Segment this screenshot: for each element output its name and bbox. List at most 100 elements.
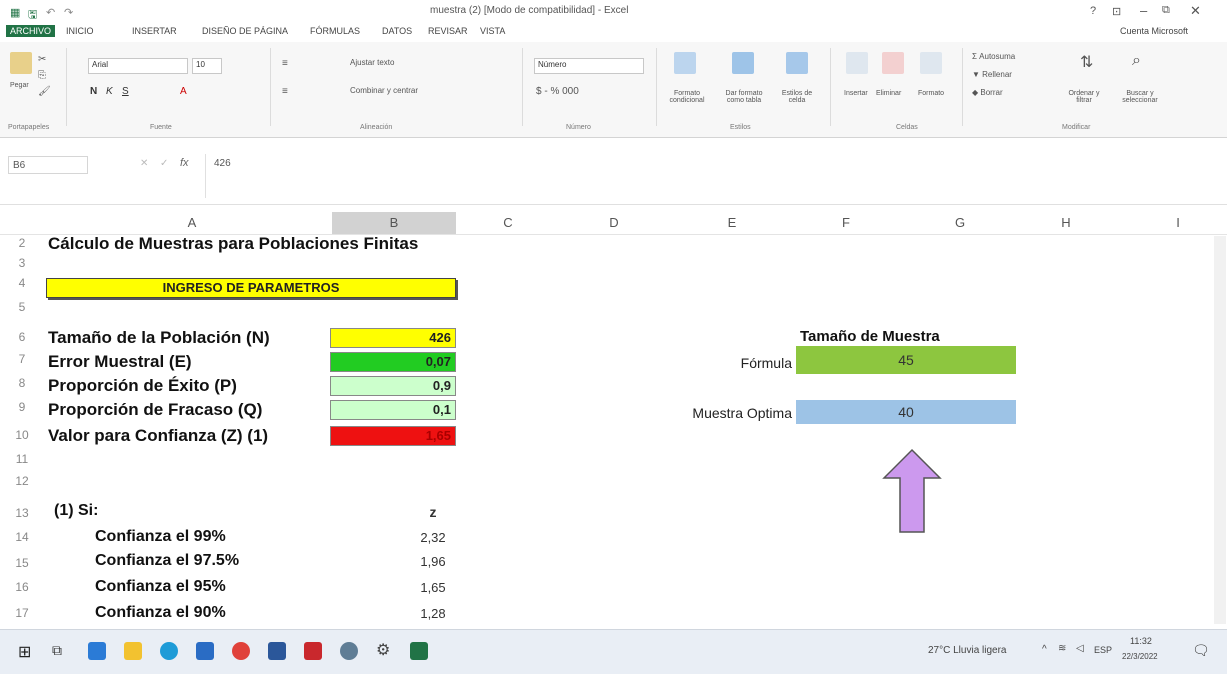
row-header[interactable]: 2	[10, 236, 34, 250]
undo-icon[interactable]: ↶	[46, 6, 55, 19]
row-header[interactable]: 9	[10, 400, 34, 414]
find-select-button[interactable]: Buscar y seleccionar	[1112, 90, 1168, 104]
formula-label[interactable]: Fórmula	[700, 355, 792, 371]
param-value-cell[interactable]: 0,9	[330, 376, 456, 396]
wrap-text-button[interactable]: Ajustar texto	[350, 58, 394, 67]
row-header[interactable]: 17	[10, 606, 34, 620]
column-header-i[interactable]: I	[1158, 215, 1198, 230]
row-header[interactable]: 5	[10, 300, 34, 314]
weather-widget[interactable]: 27°C Lluvia ligera	[928, 645, 1007, 656]
row-header[interactable]: 8	[10, 376, 34, 390]
confidence-z-value[interactable]: 1,96	[410, 554, 456, 569]
delete-button[interactable]: Eliminar	[876, 90, 901, 97]
conditional-format-icon[interactable]	[674, 52, 696, 74]
confidence-label[interactable]: Confianza el 95%	[95, 578, 226, 596]
function-icon[interactable]: fx	[180, 157, 189, 169]
table-format-icon[interactable]	[732, 52, 754, 74]
clock-time[interactable]: 11:32	[1130, 636, 1152, 646]
up-arrow-shape[interactable]	[882, 448, 942, 534]
format-button[interactable]: Formato	[918, 90, 944, 97]
tab-vista[interactable]: VISTA	[480, 26, 505, 36]
optimal-result-cell[interactable]: 40	[796, 400, 1016, 424]
clear-button[interactable]: ◆ Borrar	[972, 88, 1003, 97]
windows-start-icon[interactable]: ⊞	[18, 642, 31, 662]
row-header[interactable]: 15	[10, 556, 34, 570]
note-label[interactable]: (1) Si:	[54, 502, 98, 520]
confidence-z-value[interactable]: 2,32	[410, 530, 456, 545]
sort-icon[interactable]: ⇅	[1080, 52, 1093, 72]
param-value-cell[interactable]: 0,07	[330, 352, 456, 372]
table-format-button[interactable]: Dar formato como tabla	[716, 90, 772, 104]
word-icon[interactable]	[268, 642, 286, 660]
tab-revisar[interactable]: REVISAR	[428, 26, 468, 36]
save-icon[interactable]: 🖫	[28, 6, 37, 25]
copy-icon[interactable]: ⎘	[38, 70, 46, 81]
merge-center-button[interactable]: Combinar y centrar	[350, 86, 418, 95]
param-value-cell[interactable]: 426	[330, 328, 456, 348]
close-icon[interactable]: ✕	[1190, 3, 1201, 19]
column-header-a[interactable]: A	[172, 215, 212, 230]
vertical-scrollbar[interactable]	[1214, 236, 1226, 624]
param-label[interactable]: Proporción de Fracaso (Q)	[48, 400, 262, 420]
store-icon[interactable]	[196, 642, 214, 660]
font-name-select[interactable]: Arial	[88, 58, 188, 74]
param-label[interactable]: Error Muestral (E)	[48, 352, 192, 372]
sort-filter-button[interactable]: Ordenar y filtrar	[1064, 90, 1104, 104]
format-painter-icon[interactable]: 🖌	[38, 86, 51, 97]
cell-styles-icon[interactable]	[786, 52, 808, 74]
name-box[interactable]: B6	[8, 156, 88, 174]
formula-input-box[interactable]: 426	[205, 154, 1226, 198]
param-label[interactable]: Proporción de Éxito (P)	[48, 376, 237, 396]
edge-icon[interactable]	[160, 642, 178, 660]
column-header-d[interactable]: D	[594, 215, 634, 230]
row-header[interactable]: 7	[10, 352, 34, 366]
column-header-e[interactable]: E	[712, 215, 752, 230]
param-label[interactable]: Valor para Confianza (Z) (1)	[48, 426, 268, 446]
format-cells-icon[interactable]	[920, 52, 942, 74]
font-color-icon[interactable]: A	[180, 86, 187, 97]
currency-icon[interactable]: $ - % 000	[536, 86, 579, 97]
optimal-label[interactable]: Muestra Optima	[650, 405, 792, 421]
parameters-header-cell[interactable]: INGRESO DE PARAMETROS	[46, 278, 456, 298]
media-icon[interactable]	[340, 642, 358, 660]
align-left-icon[interactable]: ≡	[282, 86, 288, 97]
fill-button[interactable]: ▼ Rellenar	[972, 70, 1012, 79]
italic-icon[interactable]: K	[106, 86, 113, 97]
column-header-b[interactable]: B	[332, 212, 456, 234]
task-view-icon[interactable]: ⧉	[52, 642, 62, 659]
formula-result-cell[interactable]: 45	[796, 346, 1016, 374]
minimize-icon[interactable]: –	[1140, 3, 1147, 18]
tab-insertar[interactable]: INSERTAR	[132, 26, 177, 36]
help-icon[interactable]: ?	[1090, 5, 1096, 17]
binoculars-icon[interactable]: ⌕	[1132, 52, 1141, 70]
redo-icon[interactable]: ↷	[64, 6, 73, 19]
confidence-label[interactable]: Confianza el 99%	[95, 528, 226, 546]
row-header[interactable]: 16	[10, 580, 34, 594]
param-label[interactable]: Tamaño de la Población (N)	[48, 328, 270, 348]
column-header-f[interactable]: F	[826, 215, 866, 230]
z-header[interactable]: z	[410, 504, 456, 520]
cancel-icon[interactable]: ✕	[140, 158, 148, 169]
confidence-z-value[interactable]: 1,28	[410, 606, 456, 621]
clock-date[interactable]: 22/3/2022	[1122, 652, 1158, 661]
account-link[interactable]: Cuenta Microsoft	[1120, 26, 1188, 36]
param-value-cell[interactable]: 0,1	[330, 400, 456, 420]
tab-inicio[interactable]: INICIO	[66, 26, 94, 36]
column-header-c[interactable]: C	[488, 215, 528, 230]
tab-formulas[interactable]: FÓRMULAS	[310, 26, 360, 36]
row-header[interactable]: 10	[10, 428, 34, 442]
column-header-g[interactable]: G	[940, 215, 980, 230]
enter-icon[interactable]: ✓	[160, 158, 168, 169]
delete-cells-icon[interactable]	[882, 52, 904, 74]
insert-button[interactable]: Insertar	[844, 90, 868, 97]
row-header[interactable]: 4	[10, 276, 34, 290]
conditional-format-button[interactable]: Formato condicional	[662, 90, 712, 104]
notifications-icon[interactable]: 🗨	[1192, 642, 1210, 659]
network-icon[interactable]: ≋	[1058, 643, 1066, 654]
row-header[interactable]: 14	[10, 530, 34, 544]
tab-archivo[interactable]: ARCHIVO	[6, 25, 56, 37]
row-header[interactable]: 11	[10, 452, 34, 466]
acrobat-icon[interactable]	[304, 642, 322, 660]
row-header[interactable]: 12	[10, 474, 34, 488]
result-title[interactable]: Tamaño de Muestra	[800, 328, 940, 345]
